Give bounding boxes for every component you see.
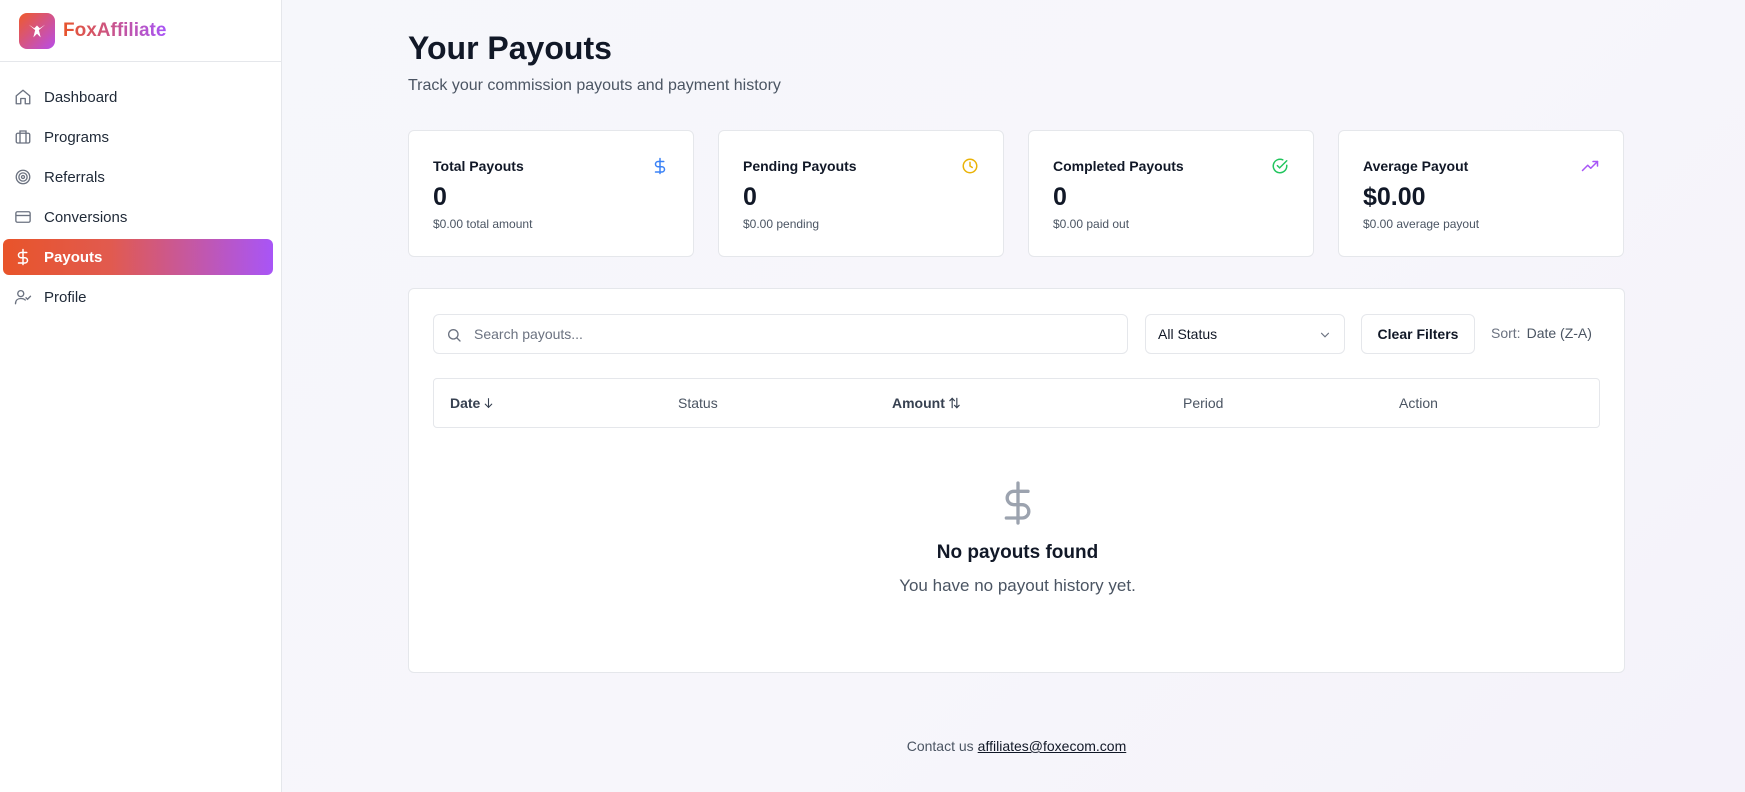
dollar-icon	[12, 246, 34, 268]
clock-icon	[962, 158, 978, 174]
stat-card-completed-payouts: Completed Payouts 0 $0.00 paid out	[1028, 130, 1314, 257]
empty-state: No payouts found You have no payout hist…	[409, 479, 1626, 596]
dollar-icon	[1004, 481, 1030, 525]
sidebar: FoxAffiliate Dashboard Programs Referral…	[0, 0, 282, 792]
footer-contact-text: Contact us	[906, 738, 974, 754]
stat-card-average-payout: Average Payout $0.00 $0.00 average payou…	[1338, 130, 1624, 257]
sidebar-item-label: Dashboard	[44, 88, 118, 106]
sidebar-item-conversions[interactable]: Conversions	[3, 199, 273, 235]
brand[interactable]: FoxAffiliate	[0, 0, 281, 62]
briefcase-icon	[12, 126, 34, 148]
sort-label: Sort:	[1491, 325, 1521, 341]
sidebar-item-referrals[interactable]: Referrals	[3, 159, 273, 195]
stat-value: 0	[1053, 183, 1067, 211]
sidebar-item-label: Payouts	[44, 248, 103, 266]
stat-value: 0	[433, 183, 447, 211]
empty-state-title: No payouts found	[936, 542, 1099, 563]
status-select-value: All Status	[1158, 326, 1218, 342]
column-header-label: Period	[1183, 395, 1224, 411]
page-subtitle: Track your commission payouts and paymen…	[408, 77, 781, 94]
sidebar-item-programs[interactable]: Programs	[3, 119, 273, 155]
user-check-icon	[12, 286, 34, 308]
column-header-label: Status	[678, 395, 718, 411]
arrow-down-icon	[485, 398, 493, 409]
sort-arrows-icon	[949, 397, 960, 409]
payouts-panel: All Status Clear Filters Sort: Date (Z-A)…	[408, 288, 1625, 673]
stat-card-total-payouts: Total Payouts 0 $0.00 total amount	[408, 130, 694, 257]
stat-note: $0.00 pending	[743, 217, 820, 231]
contact-email-link[interactable]: affiliates@foxecom.com	[978, 738, 1127, 754]
target-icon	[12, 166, 34, 188]
stat-value: $0.00	[1363, 183, 1426, 211]
search-box[interactable]	[433, 314, 1128, 354]
table-header: Date Status Amount Period Action	[433, 378, 1600, 428]
sidebar-item-profile[interactable]: Profile	[3, 279, 273, 315]
column-header-label: Action	[1399, 395, 1438, 411]
dollar-icon	[654, 157, 666, 175]
stat-title: Pending Payouts	[743, 158, 857, 174]
column-header-label: Amount	[892, 395, 945, 411]
stats-cards: Total Payouts 0 $0.00 total amount Pendi…	[408, 130, 1625, 257]
sidebar-item-payouts[interactable]: Payouts	[3, 239, 273, 275]
sort-control[interactable]: Sort: Date (Z-A)	[1491, 325, 1592, 341]
stat-title: Total Payouts	[433, 158, 524, 174]
brand-name: FoxAffiliate	[63, 19, 167, 41]
column-header-date[interactable]: Date	[450, 395, 495, 411]
stat-note: $0.00 total amount	[433, 217, 533, 231]
check-circle-icon	[1272, 158, 1288, 174]
stat-note: $0.00 paid out	[1053, 217, 1130, 231]
home-icon	[12, 86, 34, 108]
page-title: Your Payouts	[408, 30, 612, 66]
credit-card-icon	[12, 206, 34, 228]
column-header-period: Period	[1183, 395, 1223, 411]
clear-filters-button[interactable]: Clear Filters	[1361, 314, 1475, 354]
chevron-down-icon	[1320, 332, 1330, 338]
stat-title: Average Payout	[1363, 158, 1469, 174]
sort-value: Date (Z-A)	[1526, 325, 1592, 341]
sidebar-item-label: Programs	[44, 128, 110, 146]
column-header-status: Status	[678, 395, 718, 411]
fox-logo-icon	[19, 12, 55, 49]
column-header-amount[interactable]: Amount	[892, 395, 962, 411]
stat-value: 0	[743, 183, 757, 211]
sidebar-item-label: Profile	[44, 288, 87, 306]
sidebar-item-label: Referrals	[44, 168, 105, 186]
status-select[interactable]: All Status	[1145, 314, 1345, 354]
search-icon	[448, 329, 461, 342]
column-header-label: Date	[450, 395, 481, 411]
sidebar-item-dashboard[interactable]: Dashboard	[3, 79, 273, 115]
search-input[interactable]	[474, 315, 1114, 353]
trending-up-icon	[1581, 160, 1599, 172]
stat-title: Completed Payouts	[1053, 158, 1184, 174]
column-header-action: Action	[1399, 395, 1438, 411]
stat-note: $0.00 average payout	[1363, 217, 1480, 231]
sidebar-nav: Dashboard Programs Referrals Conversions…	[0, 62, 281, 315]
sidebar-item-label: Conversions	[44, 208, 128, 226]
footer: Contact us affiliates@foxecom.com	[408, 738, 1625, 754]
empty-state-subtitle: You have no payout history yet.	[899, 576, 1136, 595]
stat-card-pending-payouts: Pending Payouts 0 $0.00 pending	[718, 130, 1004, 257]
